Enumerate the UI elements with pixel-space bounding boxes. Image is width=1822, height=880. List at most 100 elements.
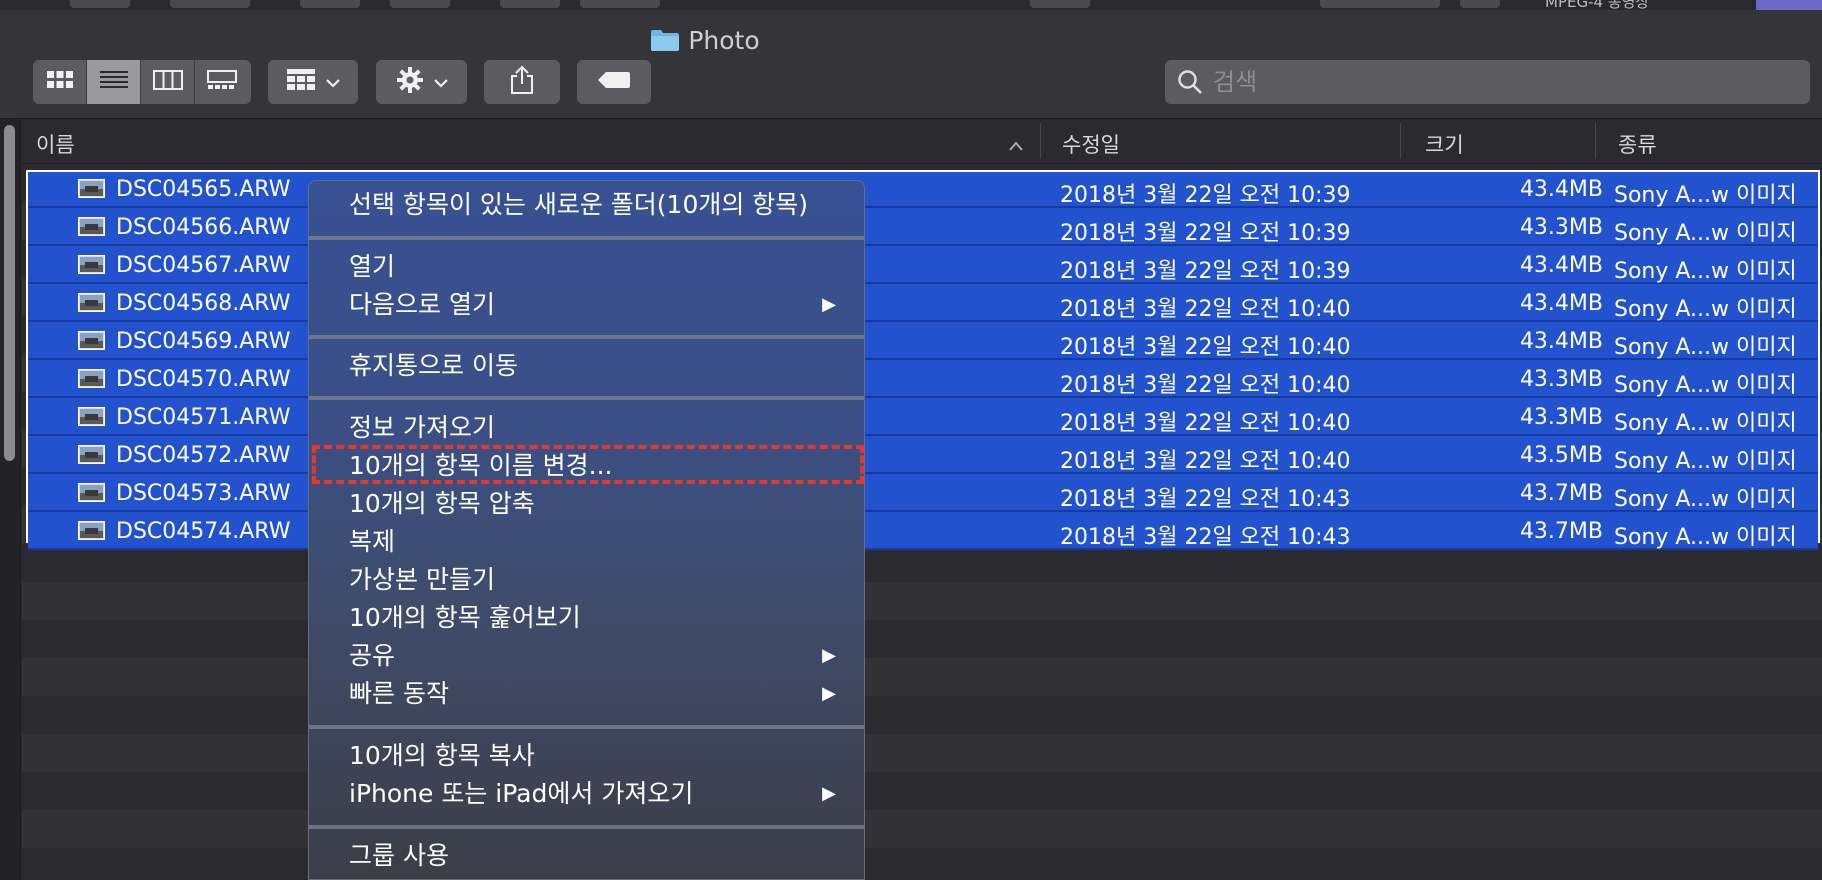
column-header-modified[interactable]: 수정일: [1062, 129, 1120, 159]
share-button[interactable]: [484, 60, 560, 104]
menu-item-share[interactable]: 공유 ▶: [349, 637, 844, 675]
file-row[interactable]: DSC04570.ARW 2018년 3월 22일 오전 10:40 43.3MB S…: [28, 362, 1818, 398]
gallery-icon: [206, 69, 237, 95]
grid-icon: [46, 69, 74, 95]
file-modified-date: 2018년 3월 22일 오전 10:43: [1060, 487, 1351, 512]
menu-item-label: 복제: [349, 527, 396, 556]
file-name: DSC04569.ARW: [116, 329, 291, 354]
menu-item-quick-actions[interactable]: 빠른 동작 ▶: [349, 675, 844, 713]
file-modified-date: 2018년 3월 22일 오전 10:40: [1060, 297, 1351, 322]
menu-item-make-alias[interactable]: 가상본 만들기: [349, 561, 844, 599]
window-title-text: Photo: [688, 26, 760, 55]
menu-separator: [309, 396, 864, 400]
file-kind: Sony A...w 이미지: [1614, 449, 1797, 474]
column-divider[interactable]: [1040, 123, 1041, 159]
menu-separator: [309, 725, 864, 729]
file-kind: Sony A...w 이미지: [1614, 183, 1797, 208]
gallery-view-button[interactable]: [195, 60, 248, 104]
file-modified-date: 2018년 3월 22일 오전 10:39: [1060, 221, 1351, 246]
file-name: DSC04565.ARW: [116, 177, 291, 202]
file-row[interactable]: DSC04568.ARW 2018년 3월 22일 오전 10:40 43.4MB S…: [28, 286, 1818, 322]
file-name: DSC04567.ARW: [116, 253, 291, 278]
file-row[interactable]: DSC04571.ARW 2018년 3월 22일 오전 10:40 43.3MB S…: [28, 400, 1818, 436]
tag-button[interactable]: [577, 60, 651, 104]
file-row[interactable]: DSC04565.ARW 2018년 3월 22일 오전 10:39 43.4MB S…: [28, 172, 1818, 208]
file-size: 43.4MB: [1519, 253, 1603, 278]
menu-item-copy[interactable]: 10개의 항목 복사: [349, 737, 844, 775]
menu-separator: [309, 825, 864, 829]
file-name: DSC04568.ARW: [116, 291, 291, 316]
file-row[interactable]: DSC04566.ARW 2018년 3월 22일 오전 10:39 43.3MB S…: [28, 210, 1818, 246]
column-header-kind[interactable]: 종류: [1618, 129, 1657, 159]
search-icon: [1177, 69, 1203, 95]
file-modified-date: 2018년 3월 22일 오전 10:39: [1060, 183, 1351, 208]
file-name: DSC04571.ARW: [116, 405, 291, 430]
image-thumbnail-icon: [78, 407, 105, 426]
column-view-button[interactable]: [141, 60, 195, 104]
file-size: 43.3MB: [1519, 405, 1603, 430]
column-divider[interactable]: [1595, 123, 1596, 159]
group-by-button[interactable]: [268, 60, 358, 104]
menu-item-open-with[interactable]: 다음으로 열기 ▶: [349, 286, 844, 324]
top-strip-accent: [1756, 0, 1822, 10]
vertical-scrollbar[interactable]: [0, 119, 21, 880]
columns-icon: [152, 69, 183, 95]
menu-item-compress[interactable]: 10개의 항목 압축: [349, 485, 844, 523]
search-field[interactable]: [1165, 60, 1810, 104]
file-name: DSC04573.ARW: [116, 481, 291, 506]
column-header-size[interactable]: 크기: [1425, 129, 1464, 159]
menu-item-use-groups[interactable]: 그룹 사용: [349, 837, 844, 875]
file-row[interactable]: DSC04572.ARW 2018년 3월 22일 오전 10:40 43.5MB S…: [28, 438, 1818, 474]
menu-item-label: 그룹 사용: [349, 841, 449, 870]
submenu-arrow-icon: ▶: [822, 683, 836, 704]
menu-item-open[interactable]: 열기: [349, 248, 844, 286]
image-thumbnail-icon: [78, 521, 105, 540]
file-row[interactable]: DSC04573.ARW 2018년 3월 22일 오전 10:43 43.7MB S…: [28, 476, 1818, 512]
menu-separator: [309, 335, 864, 339]
submenu-arrow-icon: ▶: [822, 783, 836, 804]
menu-separator: [309, 236, 864, 240]
image-thumbnail-icon: [78, 179, 105, 198]
file-modified-date: 2018년 3월 22일 오전 10:40: [1060, 411, 1351, 436]
file-modified-date: 2018년 3월 22일 오전 10:40: [1060, 373, 1351, 398]
context-menu: 선택 항목이 있는 새로운 폴더(10개의 항목) 열기 다음으로 열기 ▶ 휴지…: [308, 180, 865, 880]
column-divider[interactable]: [1400, 123, 1401, 159]
action-button[interactable]: [376, 60, 467, 104]
menu-item-move-to-trash[interactable]: 휴지통으로 이동: [349, 347, 844, 385]
file-modified-date: 2018년 3월 22일 오전 10:40: [1060, 335, 1351, 360]
menu-item-import-from-iphone[interactable]: iPhone 또는 iPad에서 가져오기 ▶: [349, 775, 844, 813]
share-icon: [509, 65, 535, 99]
column-header-name[interactable]: 이름: [36, 129, 75, 159]
menu-item-label: 빠른 동작: [349, 679, 449, 708]
file-kind: Sony A...w 이미지: [1614, 335, 1797, 360]
file-name: DSC04574.ARW: [116, 519, 291, 544]
menu-item-label: 휴지통으로 이동: [349, 351, 518, 380]
menu-item-quick-look[interactable]: 10개의 항목 훑어보기: [349, 599, 844, 637]
image-thumbnail-icon: [78, 331, 105, 350]
menu-item-label: 10개의 항목 훑어보기: [349, 603, 581, 632]
image-thumbnail-icon: [78, 369, 105, 388]
rename-highlight-annotation: [312, 445, 864, 484]
file-size: 43.5MB: [1519, 443, 1603, 468]
file-row[interactable]: DSC04567.ARW 2018년 3월 22일 오전 10:39 43.4MB S…: [28, 248, 1818, 284]
menu-item-label: 열기: [349, 252, 396, 281]
file-row[interactable]: DSC04574.ARW 2018년 3월 22일 오전 10:43 43.7MB S…: [28, 514, 1818, 550]
menu-item-duplicate[interactable]: 복제: [349, 523, 844, 561]
file-size: 43.7MB: [1519, 519, 1603, 544]
file-kind: Sony A...w 이미지: [1614, 259, 1797, 284]
window-title: Photo: [0, 26, 1410, 58]
file-kind: Sony A...w 이미지: [1614, 221, 1797, 246]
scrollbar-thumb[interactable]: [4, 125, 15, 461]
menu-item-new-folder-with-selection[interactable]: 선택 항목이 있는 새로운 폴더(10개의 항목): [349, 186, 844, 224]
list-view-button[interactable]: [87, 60, 141, 104]
search-input[interactable]: [1211, 67, 1795, 97]
file-row[interactable]: DSC04569.ARW 2018년 3월 22일 오전 10:40 43.4MB S…: [28, 324, 1818, 360]
menu-item-label: 다음으로 열기: [349, 290, 495, 319]
submenu-arrow-icon: ▶: [822, 645, 836, 666]
toolbar: Photo: [0, 10, 1822, 119]
chevron-down-icon: [433, 73, 448, 92]
menu-item-get-info[interactable]: 정보 가져오기: [349, 409, 844, 447]
icon-view-button[interactable]: [33, 60, 87, 104]
menu-item-label: 10개의 항목 압축: [349, 489, 535, 518]
file-kind: Sony A...w 이미지: [1614, 373, 1797, 398]
